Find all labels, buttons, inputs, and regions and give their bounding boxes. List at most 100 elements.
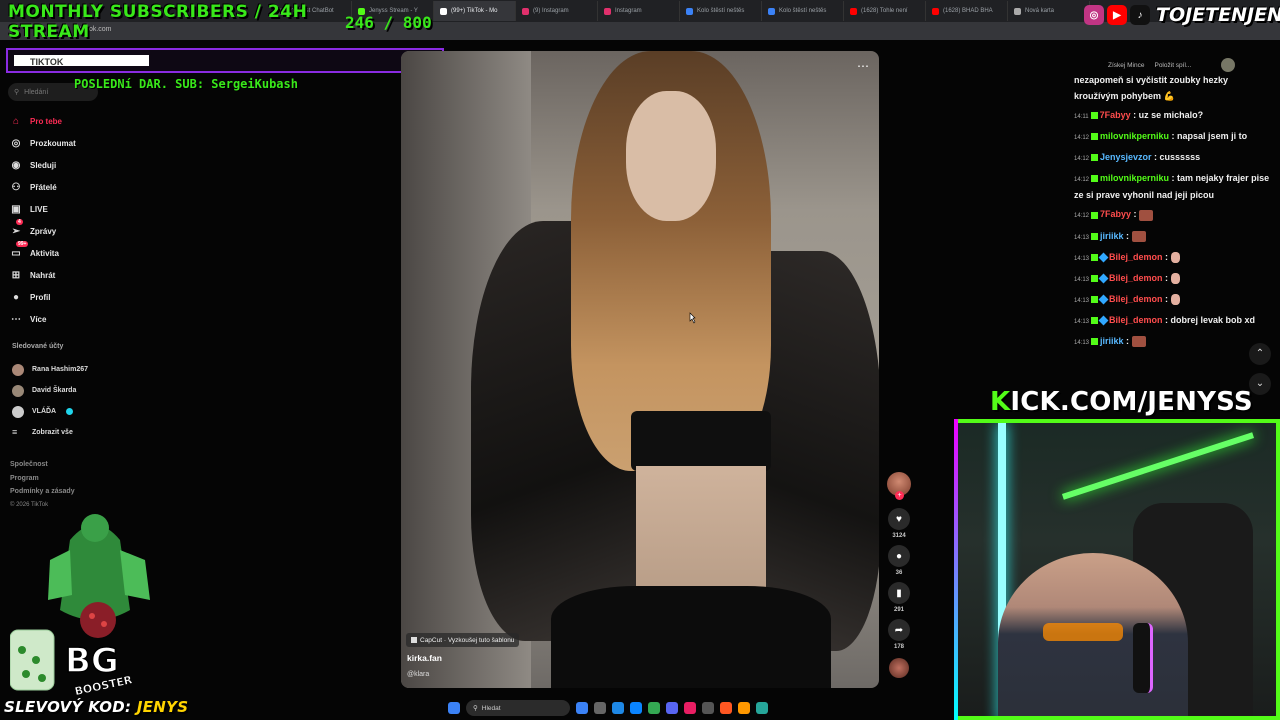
- sidebar-item-v-ce[interactable]: ⋯ Více: [10, 308, 110, 330]
- tab-favicon-icon: [522, 7, 529, 15]
- tab-favicon-icon: [440, 7, 447, 15]
- sidebar-item-p-tel-[interactable]: ⚇ Přátelé: [10, 176, 110, 198]
- bookmark-icon[interactable]: ▮: [888, 582, 910, 604]
- capcut-template-tag[interactable]: CapCut · Vyzkoušej tuto šablonu: [406, 633, 520, 647]
- chevron-up-icon[interactable]: ⌃: [1249, 343, 1271, 365]
- footer-link[interactable]: Podmínky a zásady: [10, 485, 75, 499]
- instagram-icon: ◎: [1084, 5, 1104, 25]
- sidebar-item-label: Pro tebe: [30, 116, 63, 126]
- taskbar-app-icon[interactable]: [756, 702, 768, 714]
- followed-account-name: Zobrazit vše: [32, 429, 73, 436]
- taskbar-app-icon[interactable]: [648, 702, 660, 714]
- followed-accounts-list: Rana Hashim267 David Škarda VLÁĎA ≡ Zobrazit…: [12, 359, 88, 443]
- chat-username[interactable]: jiriikk: [1100, 336, 1124, 346]
- taskbar-app-icon[interactable]: [684, 702, 696, 714]
- share-icon[interactable]: ➦: [888, 619, 910, 641]
- chat-username[interactable]: Jenysjevzor: [1100, 152, 1152, 162]
- sidebar-item-pro-tebe[interactable]: ⌂ Pro tebe: [10, 110, 110, 132]
- sidebar-item-prozkoumat[interactable]: ◎ Prozkoumat: [10, 132, 110, 154]
- overlay-subscriber-count: 246 / 800: [345, 13, 432, 32]
- taskbar-app-icon[interactable]: [720, 702, 732, 714]
- like-icon[interactable]: ♥: [888, 508, 910, 530]
- browser-tab[interactable]: (1628) BHAD BHA: [926, 1, 1008, 21]
- taskbar-app-icon[interactable]: [594, 702, 606, 714]
- home-icon: ⌂: [12, 115, 20, 127]
- emote-icon: [1131, 336, 1146, 348]
- chat-username[interactable]: Bilej_demon: [1109, 252, 1163, 262]
- tab-favicon-icon: [1014, 7, 1021, 15]
- sidebar-item-profil[interactable]: ● Profil: [10, 286, 110, 308]
- chat-colon: :: [1131, 209, 1140, 220]
- chat-username[interactable]: milovnikperniku: [1100, 173, 1169, 183]
- chat-message: 14:13 Bilej_demon :: [1074, 250, 1274, 268]
- footer-link[interactable]: Program: [10, 472, 75, 486]
- chat-timestamp: 14:13: [1074, 340, 1090, 347]
- taskbar-app-icon[interactable]: [666, 702, 678, 714]
- chat-colon: :: [1169, 172, 1178, 183]
- chat-message: 14:13 Bilej_demon :: [1074, 271, 1274, 289]
- followed-account-name: Rana Hashim267: [32, 366, 89, 373]
- taskbar-app-icon[interactable]: [702, 702, 714, 714]
- sidebar-nav: ⌂ Pro tebe ◎ Prozkoumat ◉ Sleduji ⚇ Přátelé ▣ LIV…: [10, 110, 110, 330]
- chat-header-ask[interactable]: Položit spíl...: [1154, 62, 1191, 69]
- chat-timestamp: 14:13: [1074, 234, 1090, 241]
- sound-disc-icon[interactable]: [889, 658, 909, 678]
- chat-username[interactable]: jiriikk: [1100, 231, 1124, 241]
- sidebar-item-aktivita[interactable]: ▭ 99+ Aktivita: [10, 241, 110, 264]
- browser-tab[interactable]: (9) Instagram: [516, 1, 598, 21]
- tab-favicon-icon: [932, 7, 939, 15]
- sidebar-item-zpr-vy[interactable]: ➢ 4 Zprávy: [10, 219, 110, 242]
- windows-start-icon[interactable]: [448, 702, 460, 714]
- chat-message: 14:13 jiriikk :: [1074, 334, 1274, 352]
- chat-username[interactable]: Bilej_demon: [1109, 294, 1163, 304]
- browser-tab[interactable]: (1628) Tohle není: [844, 1, 926, 21]
- sidebar-item-sleduji[interactable]: ◉ Sleduji: [10, 154, 110, 176]
- comment-icon[interactable]: ●: [888, 545, 910, 567]
- taskbar-app-icon[interactable]: [630, 702, 642, 714]
- taskbar-app-icon[interactable]: [612, 702, 624, 714]
- browser-tab[interactable]: Nová karta: [1008, 1, 1090, 21]
- friends-icon: ⚇: [11, 181, 21, 193]
- capcut-icon: [411, 637, 417, 643]
- webcam-neon-border: [954, 419, 958, 720]
- followed-account[interactable]: ≡ Zobrazit vše: [12, 422, 88, 443]
- chat-text: uz se michalo?: [1138, 109, 1204, 120]
- kick-badge-icon: [1091, 253, 1099, 261]
- video-player[interactable]: ⋯: [401, 51, 879, 688]
- chat-username[interactable]: milovnikperniku: [1100, 131, 1169, 141]
- chat-message: 14:13 Bilej_demon :: [1074, 292, 1274, 310]
- chat-username[interactable]: Bilej_demon: [1109, 273, 1163, 283]
- taskbar-app-icon[interactable]: [738, 702, 750, 714]
- sidebar-item-nahr-t[interactable]: ⊞ Nahrát: [10, 264, 110, 286]
- kick-badge-icon: [1091, 232, 1099, 240]
- video-more-icon[interactable]: ⋯: [857, 59, 869, 73]
- followed-account[interactable]: David Škarda: [12, 380, 88, 401]
- kick-badge-icon: [1091, 153, 1099, 161]
- chat-message: 14:12 Jenysjevzor : cussssss: [1074, 150, 1274, 168]
- chat-username[interactable]: 7Fabyy: [1100, 110, 1131, 120]
- browser-tab[interactable]: Kolo štěstí neštěs: [762, 1, 844, 21]
- kick-badge-icon: [1091, 175, 1099, 182]
- tab-label: (9) Instagram: [533, 8, 569, 14]
- chat-message: 14:13 Bilej_demon : dobrej levak bob xd: [1074, 313, 1274, 331]
- follow-plus-icon[interactable]: +: [895, 491, 904, 500]
- taskbar-app-icon[interactable]: [576, 702, 588, 714]
- footer-link[interactable]: Společnost: [10, 458, 75, 472]
- chat-username[interactable]: 7Fabyy: [1100, 209, 1131, 219]
- followed-account[interactable]: VLÁĎA: [12, 401, 88, 422]
- chat-header-coins[interactable]: Získej Mince: [1108, 62, 1144, 69]
- taskbar-search[interactable]: ⚲ Hledat: [466, 700, 570, 716]
- sidebar-item-live[interactable]: ▣ LIVE: [10, 198, 110, 220]
- avatar: [12, 363, 24, 376]
- browser-tab[interactable]: Kolo štěstí neštěs: [680, 1, 762, 21]
- chat-username[interactable]: Bilej_demon: [1109, 315, 1163, 325]
- kick-badge-icon: [1091, 317, 1099, 325]
- mouse-cursor: [689, 312, 696, 324]
- video-username[interactable]: kirka.fan: [407, 653, 442, 663]
- followed-account[interactable]: Rana Hashim267: [12, 359, 88, 380]
- chat-message: 14:12 milovnikperniku : napsal jsem ji to: [1074, 129, 1274, 147]
- browser-tab[interactable]: (99+) TikTok - Mo: [434, 1, 516, 21]
- creator-avatar[interactable]: +: [887, 472, 911, 500]
- browser-tab[interactable]: Instagram: [598, 1, 680, 21]
- chat-user-avatar[interactable]: [1221, 58, 1236, 72]
